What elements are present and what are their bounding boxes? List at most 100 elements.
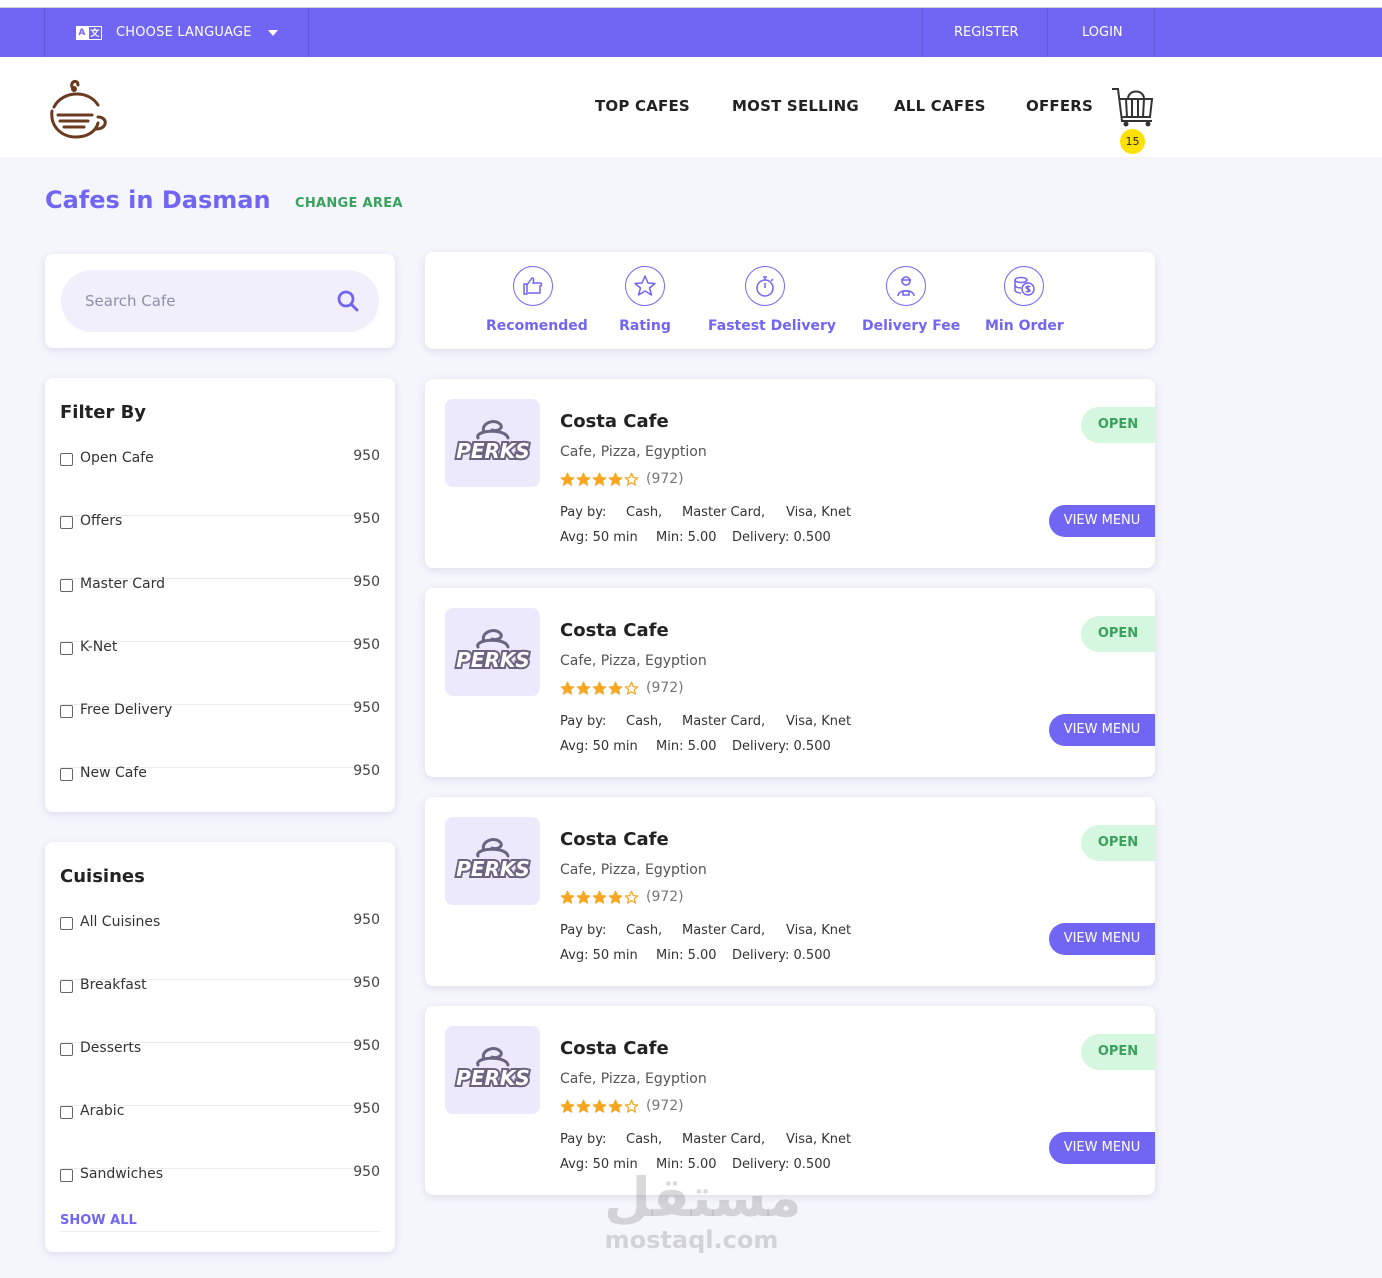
- search-input[interactable]: [85, 270, 325, 332]
- cafe-card[interactable]: PERKS Costa Cafe Cafe, Pizza, Egyption (…: [425, 379, 1155, 568]
- pay-by-label: Pay by:: [560, 1132, 607, 1147]
- review-count: (972): [646, 1098, 684, 1114]
- search-card: [45, 254, 395, 348]
- cafe-cuisine: Cafe, Pizza, Egyption: [560, 862, 707, 878]
- cuisine-row[interactable]: Breakfast 950: [60, 975, 380, 1043]
- pay-method-cash: Cash,: [626, 505, 663, 520]
- coffee-teapot-logo-icon[interactable]: [44, 77, 110, 141]
- sort-min-order-label: Min Order: [985, 318, 1064, 334]
- cafe-cuisine: Cafe, Pizza, Egyption: [560, 1071, 707, 1087]
- cuisine-checkbox[interactable]: [60, 980, 73, 993]
- cuisine-checkbox[interactable]: [60, 917, 73, 930]
- cuisine-label: Arabic: [80, 1103, 125, 1119]
- view-menu-button[interactable]: VIEW MENU: [1049, 923, 1155, 955]
- filter-row[interactable]: Open Cafe 950: [60, 448, 380, 516]
- min-order: Min: 5.00: [656, 530, 717, 545]
- delivery-person-icon: [886, 266, 926, 306]
- min-order: Min: 5.00: [656, 948, 717, 963]
- main-header: TOP CAFES MOST SELLING ALL CAFES OFFERS …: [0, 57, 1382, 157]
- cafe-name[interactable]: Costa Cafe: [560, 1038, 669, 1059]
- thumbs-up-icon: [513, 266, 553, 306]
- sort-fastest-delivery[interactable]: Fastest Delivery: [708, 266, 836, 334]
- filter-label: Free Delivery: [80, 702, 173, 718]
- filter-row[interactable]: New Cafe 950: [60, 763, 380, 808]
- filter-checkbox[interactable]: [60, 579, 73, 592]
- cuisine-checkbox[interactable]: [60, 1169, 73, 1182]
- nav-all-cafes[interactable]: ALL CAFES: [894, 97, 986, 115]
- filter-checkbox[interactable]: [60, 516, 73, 529]
- cafe-name[interactable]: Costa Cafe: [560, 620, 669, 641]
- rating-stars: (972): [560, 471, 684, 487]
- star-icon: [560, 1099, 575, 1113]
- change-area-link[interactable]: CHANGE AREA: [295, 196, 403, 211]
- pay-by-label: Pay by:: [560, 923, 607, 938]
- cafe-card[interactable]: PERKS Costa Cafe Cafe, Pizza, Egyption (…: [425, 797, 1155, 986]
- login-link[interactable]: LOGIN: [1082, 8, 1123, 57]
- stopwatch-icon: [745, 266, 785, 306]
- cuisine-row[interactable]: All Cuisines 950: [60, 912, 380, 980]
- search-bar: [61, 270, 379, 332]
- review-count: (972): [646, 889, 684, 905]
- language-selector[interactable]: A文 CHOOSE LANGUAGE: [76, 8, 278, 57]
- show-all-cuisines-link[interactable]: SHOW ALL: [60, 1213, 137, 1228]
- filter-count: 950: [353, 448, 380, 464]
- sort-recommended-label: Recomended: [486, 318, 588, 334]
- cuisine-row[interactable]: Arabic 950: [60, 1101, 380, 1169]
- filter-checkbox[interactable]: [60, 642, 73, 655]
- cuisine-checkbox[interactable]: [60, 1043, 73, 1056]
- pay-method-visa-knet: Visa, Knet: [786, 923, 852, 938]
- nav-top-cafes[interactable]: TOP CAFES: [595, 97, 690, 115]
- view-menu-button[interactable]: VIEW MENU: [1049, 1132, 1155, 1164]
- search-icon[interactable]: [337, 290, 359, 312]
- filter-checkbox[interactable]: [60, 453, 73, 466]
- sort-recommended[interactable]: Recomended: [486, 266, 588, 334]
- star-icon: [560, 472, 575, 486]
- pay-method-mastercard: Master Card,: [682, 714, 766, 729]
- sort-rating[interactable]: Rating: [614, 266, 676, 334]
- register-link[interactable]: REGISTER: [954, 8, 1019, 57]
- shopping-cart-icon[interactable]: [1110, 85, 1156, 127]
- filter-checkbox[interactable]: [60, 768, 73, 781]
- pay-method-visa-knet: Visa, Knet: [786, 505, 852, 520]
- top-bar-divider: [1047, 8, 1048, 57]
- cuisine-count: 950: [353, 1038, 380, 1054]
- language-label: CHOOSE LANGUAGE: [116, 25, 252, 40]
- cafe-name[interactable]: Costa Cafe: [560, 411, 669, 432]
- view-menu-button[interactable]: VIEW MENU: [1049, 714, 1155, 746]
- cuisine-checkbox[interactable]: [60, 1106, 73, 1119]
- filter-count: 950: [353, 511, 380, 527]
- cafe-card[interactable]: PERKS Costa Cafe Cafe, Pizza, Egyption (…: [425, 588, 1155, 777]
- cart-count-badge: 15: [1120, 129, 1145, 154]
- cafe-name[interactable]: Costa Cafe: [560, 829, 669, 850]
- rating-stars: (972): [560, 1098, 684, 1114]
- pay-method-visa-knet: Visa, Knet: [786, 1132, 852, 1147]
- sort-min-order[interactable]: Min Order: [985, 266, 1064, 334]
- avg-time: Avg: 50 min: [560, 948, 638, 963]
- watermark: مستقل mostaql.com: [604, 1170, 802, 1255]
- view-menu-button[interactable]: VIEW MENU: [1049, 505, 1155, 537]
- filter-row[interactable]: Offers 950: [60, 511, 380, 579]
- star-icon: [592, 1099, 607, 1113]
- nav-offers[interactable]: OFFERS: [1026, 97, 1093, 115]
- delivery-fee: Delivery: 0.500: [732, 530, 831, 545]
- nav-most-selling[interactable]: MOST SELLING: [732, 97, 859, 115]
- filter-count: 950: [353, 574, 380, 590]
- cuisines-card: Cuisines All Cuisines 950 Breakfast 950 …: [45, 842, 395, 1252]
- star-icon: [576, 890, 591, 904]
- cafe-logo-text: PERKS: [456, 1066, 530, 1090]
- filter-count: 950: [353, 763, 380, 779]
- filter-row[interactable]: Free Delivery 950: [60, 700, 380, 768]
- translate-icon: A文: [76, 25, 102, 40]
- filter-row[interactable]: K-Net 950: [60, 637, 380, 705]
- sort-delivery-fee[interactable]: Delivery Fee: [862, 266, 960, 334]
- cuisine-row[interactable]: Desserts 950: [60, 1038, 380, 1106]
- perks-logo-icon: PERKS: [454, 1047, 531, 1092]
- star-icon: [592, 472, 607, 486]
- top-bar-divider: [922, 8, 923, 57]
- star-icon: [624, 1099, 639, 1113]
- star-icon: [608, 890, 623, 904]
- filter-checkbox[interactable]: [60, 705, 73, 718]
- filter-row[interactable]: Master Card 950: [60, 574, 380, 642]
- pay-method-cash: Cash,: [626, 714, 663, 729]
- sort-fastest-delivery-label: Fastest Delivery: [708, 318, 836, 334]
